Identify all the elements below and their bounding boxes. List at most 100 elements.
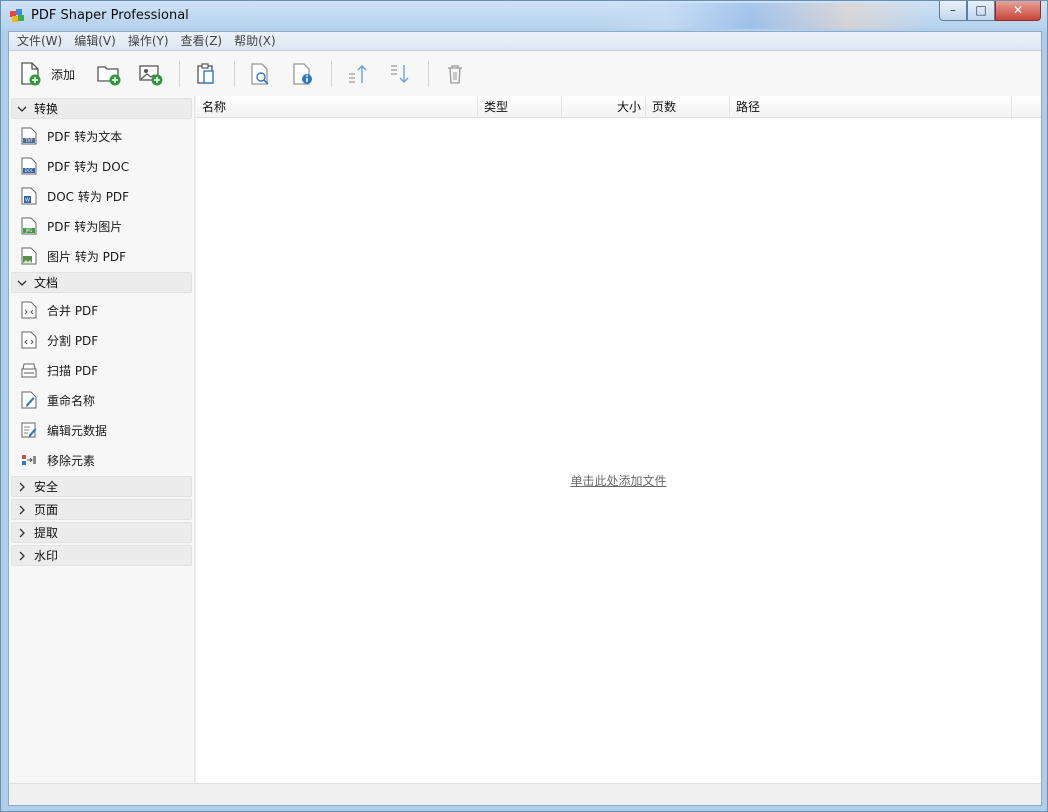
- app-logo-icon: [10, 9, 24, 22]
- toolbar-separator: [331, 61, 333, 87]
- sidebar-item-label: DOC 转为 PDF: [47, 189, 130, 204]
- column-path[interactable]: 路径: [730, 96, 1012, 118]
- merge-icon: [21, 301, 37, 319]
- sidebar-item-label: 编辑元数据: [47, 423, 108, 438]
- column-size[interactable]: 大小: [562, 96, 646, 118]
- scanner-icon: [21, 363, 37, 378]
- add-files-link[interactable]: 单击此处添加文件: [196, 472, 1041, 489]
- toolbar-separator: [428, 61, 430, 87]
- client-area: 文件(W) 编辑(V) 操作(Y) 查看(Z) 帮助(X) 添加 转换 TXT …: [8, 31, 1042, 806]
- svg-text:TXT: TXT: [24, 138, 33, 143]
- menu-help[interactable]: 帮助(X): [228, 32, 282, 51]
- preview-button[interactable]: [241, 57, 281, 91]
- sidebar-item-scan-pdf[interactable]: 扫描 PDF: [9, 355, 194, 385]
- group-label: 安全: [34, 480, 59, 494]
- delete-icon: [448, 65, 463, 84]
- file-info-button[interactable]: [283, 57, 323, 91]
- paste-button[interactable]: [186, 57, 226, 91]
- remove-elements-icon: [22, 455, 36, 465]
- doc-file-icon: DOC: [21, 157, 37, 175]
- image-file-icon: [21, 247, 37, 265]
- delete-button[interactable]: [435, 57, 475, 91]
- maximize-button[interactable]: □: [967, 1, 995, 21]
- add-file-icon: [21, 62, 41, 86]
- move-down-button[interactable]: [380, 57, 420, 91]
- sidebar-item-label: PDF 转为图片: [47, 219, 123, 234]
- toolbar-separator: [179, 61, 181, 87]
- column-pages[interactable]: 页数: [646, 96, 730, 118]
- status-bar: [9, 783, 1041, 805]
- group-watermark-header[interactable]: 水印: [11, 545, 192, 566]
- chevron-right-icon: [19, 505, 25, 514]
- titlebar-background: [601, 3, 931, 29]
- group-convert-header[interactable]: 转换: [11, 98, 192, 119]
- add-image-icon: [139, 65, 163, 86]
- title-bar[interactable]: PDF Shaper Professional – □ ✕: [1, 1, 1047, 31]
- chevron-down-icon: [17, 106, 27, 112]
- add-image-button[interactable]: [131, 57, 171, 91]
- rename-icon: [21, 391, 37, 409]
- move-up-icon: [349, 65, 367, 83]
- minimize-button[interactable]: –: [939, 1, 967, 21]
- sidebar-item-remove-elements[interactable]: 移除元素: [9, 445, 194, 475]
- group-label: 文档: [34, 276, 59, 290]
- txt-file-icon: TXT: [21, 127, 37, 145]
- sidebar-item-pdf-to-image[interactable]: JPG PDF 转为图片: [9, 211, 194, 241]
- sidebar-item-split-pdf[interactable]: 分割 PDF: [9, 325, 194, 355]
- add-folder-button[interactable]: [89, 57, 129, 91]
- close-button[interactable]: ✕: [995, 1, 1041, 21]
- sidebar-item-doc-to-pdf[interactable]: W DOC 转为 PDF: [9, 181, 194, 211]
- sidebar-item-label: 图片 转为 PDF: [47, 249, 127, 264]
- sidebar-item-label: 移除元素: [47, 453, 96, 468]
- menu-action[interactable]: 操作(Y): [122, 32, 175, 51]
- column-type[interactable]: 类型: [478, 96, 562, 118]
- sidebar-item-rename[interactable]: 重命名称: [9, 385, 194, 415]
- toolbar-separator: [234, 61, 236, 87]
- sidebar-item-merge-pdf[interactable]: 合并 PDF: [9, 295, 194, 325]
- sidebar-item-edit-metadata[interactable]: 编辑元数据: [9, 415, 194, 445]
- move-down-icon: [391, 65, 409, 83]
- group-security-header[interactable]: 安全: [11, 476, 192, 497]
- menu-bar: 文件(W) 编辑(V) 操作(Y) 查看(Z) 帮助(X): [9, 32, 1041, 51]
- sidebar-item-pdf-to-doc[interactable]: DOC PDF 转为 DOC: [9, 151, 194, 181]
- sidebar-item-label: 重命名称: [47, 393, 96, 408]
- svg-text:DOC: DOC: [24, 168, 33, 173]
- sidebar-item-label: PDF 转为文本: [47, 129, 123, 144]
- svg-text:W: W: [25, 198, 30, 204]
- sidebar-item-label: PDF 转为 DOC: [47, 159, 130, 174]
- chevron-right-icon: [19, 482, 25, 491]
- file-info-icon: [293, 63, 313, 85]
- word-file-icon: W: [21, 187, 37, 205]
- svg-text:JPG: JPG: [25, 228, 33, 233]
- group-label: 提取: [34, 526, 59, 540]
- add-button-label: 添加: [51, 67, 76, 82]
- sidebar-item-image-to-pdf[interactable]: 图片 转为 PDF: [9, 241, 194, 271]
- move-up-button[interactable]: [338, 57, 378, 91]
- sidebar-item-pdf-to-text[interactable]: TXT PDF 转为文本: [9, 121, 194, 151]
- split-icon: [21, 331, 37, 349]
- edit-metadata-icon: [21, 422, 37, 438]
- column-name[interactable]: 名称: [196, 96, 478, 118]
- app-window: PDF Shaper Professional – □ ✕ 文件(W) 编辑(V…: [0, 0, 1048, 812]
- file-list[interactable]: 名称 类型 大小 页数 路径 单击此处添加文件: [196, 96, 1041, 783]
- list-header: 名称 类型 大小 页数 路径: [196, 96, 1041, 118]
- toolbar: 添加: [9, 52, 1041, 96]
- sidebar: 转换 TXT PDF 转为文本 DOC PDF 转为 DOC W DOC 转为 …: [9, 96, 195, 783]
- sidebar-item-label: 扫描 PDF: [47, 363, 99, 378]
- sidebar-item-label: 合并 PDF: [47, 303, 99, 318]
- add-folder-icon: [97, 66, 121, 86]
- menu-edit[interactable]: 编辑(V): [68, 32, 122, 51]
- group-document-header[interactable]: 文档: [11, 272, 192, 293]
- menu-file[interactable]: 文件(W): [11, 32, 68, 51]
- jpg-file-icon: JPG: [21, 217, 37, 235]
- window-controls: – □ ✕: [939, 1, 1041, 21]
- group-label: 页面: [34, 503, 59, 517]
- sidebar-item-label: 分割 PDF: [47, 333, 99, 348]
- menu-view[interactable]: 查看(Z): [175, 32, 229, 51]
- add-button[interactable]: 添加: [19, 57, 87, 91]
- chevron-right-icon: [19, 551, 25, 560]
- group-extract-header[interactable]: 提取: [11, 522, 192, 543]
- group-pages-header[interactable]: 页面: [11, 499, 192, 520]
- group-label: 转换: [34, 102, 59, 116]
- chevron-right-icon: [19, 528, 25, 537]
